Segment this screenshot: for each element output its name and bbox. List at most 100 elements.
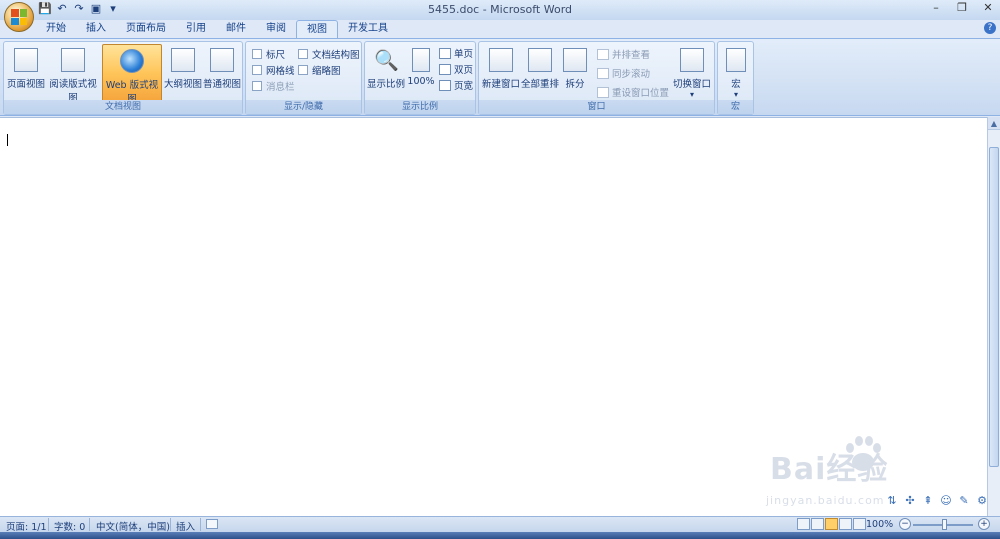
tab-insert[interactable]: 插入	[76, 20, 116, 38]
outline-icon[interactable]	[839, 518, 852, 530]
group-macros: 宏 ▾ 宏	[717, 41, 754, 115]
tab-home[interactable]: 开始	[36, 20, 76, 38]
macros-icon	[726, 48, 746, 72]
page-width-icon	[439, 79, 451, 91]
draft-button[interactable]: 普通视图	[202, 44, 242, 100]
document-map-checkbox[interactable]: 文档结构图	[298, 47, 360, 61]
group-label-window: 窗口	[479, 100, 714, 114]
ime-toolbar: ⇅ ✣ ⇞ ☺ ✎ ⚙	[885, 494, 989, 510]
tab-references[interactable]: 引用	[176, 20, 216, 38]
print-layout-icon[interactable]	[797, 518, 810, 530]
minimize-button[interactable]: –	[928, 1, 944, 17]
zoom-in-icon[interactable]: +	[978, 518, 990, 530]
insert-mode[interactable]: 插入	[176, 519, 195, 533]
tab-view[interactable]: 视图	[296, 20, 338, 38]
synchronous-scrolling-button[interactable]: 同步滚动	[597, 66, 650, 80]
ime-settings-icon[interactable]: ⚙	[975, 494, 989, 510]
side-by-side-icon	[597, 48, 609, 60]
print-layout-icon	[14, 48, 38, 72]
group-label-document-views: 文档视图	[4, 100, 242, 114]
restore-button[interactable]: ❐	[954, 1, 970, 17]
group-document-views: 页面视图 阅读版式视图 Web 版式视图 大纲视图 普通视图 文档视图	[3, 41, 243, 115]
window-title: 5455.doc - Microsoft Word	[427, 3, 573, 16]
tab-developer[interactable]: 开发工具	[338, 20, 398, 38]
print-layout-button[interactable]: 页面视图	[6, 44, 46, 100]
group-window: 新建窗口 全部重排 拆分 并排查看 同步滚动 重设窗口位置 切换窗口 ▾ 窗口	[478, 41, 715, 115]
tab-mailings[interactable]: 邮件	[216, 20, 256, 38]
watermark-text: Bai经验	[770, 452, 889, 487]
language-indicator[interactable]: 中文(简体，中国)	[96, 519, 170, 533]
watermark-url: jingyan.baidu.com	[766, 494, 885, 507]
split-icon	[563, 48, 587, 72]
one-page-icon	[439, 47, 451, 59]
full-screen-reading-button[interactable]: 阅读版式视图	[46, 44, 100, 104]
ime-pen-icon[interactable]: ✎	[957, 494, 971, 510]
help-icon[interactable]: ?	[984, 22, 996, 34]
zoom-level[interactable]: 100%	[866, 519, 893, 530]
print-layout-label: 页面视图	[6, 79, 45, 90]
zoom-slider-thumb[interactable]	[942, 519, 947, 530]
magnifier-icon: 🔍	[374, 48, 399, 72]
thumbnails-checkbox[interactable]: 缩略图	[298, 63, 341, 77]
new-window-icon	[489, 48, 513, 72]
split-button[interactable]: 拆分	[561, 44, 589, 100]
zoom-button[interactable]: 🔍 显示比例	[367, 44, 405, 100]
title-bar: 💾 ↶ ↷ ▣ ▾ 5455.doc - Microsoft Word – ❐ …	[0, 0, 1000, 20]
ribbon-tabs: 开始 插入 页面布局 引用 邮件 审阅 视图 开发工具	[36, 20, 398, 38]
group-label-show-hide: 显示/隐藏	[246, 100, 361, 114]
page-width-button[interactable]: 页宽	[439, 78, 473, 92]
group-show-hide: 标尺 网格线 消息栏 文档结构图 缩略图 显示/隐藏	[245, 41, 362, 115]
view-side-by-side-button[interactable]: 并排查看	[597, 47, 650, 61]
two-pages-icon	[439, 63, 451, 75]
new-window-button[interactable]: 新建窗口	[481, 44, 521, 100]
ime-softkbd-icon[interactable]: ⇞	[921, 494, 935, 510]
view-shortcuts	[797, 518, 866, 530]
office-logo-icon	[11, 9, 27, 25]
tab-review[interactable]: 审阅	[256, 20, 296, 38]
group-label-zoom: 显示比例	[365, 100, 475, 114]
office-button[interactable]	[4, 2, 34, 32]
macro-record-icon[interactable]	[206, 519, 218, 529]
sync-scroll-icon	[597, 67, 609, 79]
chevron-down-icon: ▾	[733, 90, 738, 99]
arrange-all-button[interactable]: 全部重排	[521, 44, 559, 100]
group-zoom: 🔍 显示比例 100% 单页 双页 页宽 显示比例	[364, 41, 476, 115]
outline-button[interactable]: 大纲视图	[164, 44, 202, 100]
outline-label: 大纲视图	[164, 79, 203, 90]
group-label-macros: 宏	[718, 100, 753, 114]
arrange-all-icon	[528, 48, 552, 72]
ime-punct-icon[interactable]: ✣	[903, 494, 917, 510]
zoom-out-icon[interactable]: −	[899, 518, 911, 530]
word-count[interactable]: 字数: 0	[54, 519, 85, 533]
reading-layout-icon[interactable]	[811, 518, 824, 530]
scroll-thumb[interactable]	[989, 147, 999, 467]
reading-layout-icon	[61, 48, 85, 72]
two-pages-button[interactable]: 双页	[439, 62, 473, 76]
web-layout-button[interactable]: Web 版式视图	[102, 44, 162, 105]
scroll-up-icon[interactable]: ▲	[988, 117, 1000, 130]
web-layout-icon[interactable]	[825, 518, 838, 530]
switch-windows-icon	[680, 48, 704, 72]
ime-emoji-icon[interactable]: ☺	[939, 494, 953, 510]
vertical-scrollbar[interactable]: ▲	[987, 117, 1000, 516]
ruler-checkbox[interactable]: 标尺	[252, 47, 285, 61]
zoom-100-button[interactable]: 100%	[407, 44, 435, 100]
tab-page-layout[interactable]: 页面布局	[116, 20, 176, 38]
switch-windows-button[interactable]: 切换窗口 ▾	[672, 44, 712, 100]
gridlines-checkbox[interactable]: 网格线	[252, 63, 295, 77]
reset-position-icon	[597, 86, 609, 98]
web-globe-icon	[120, 49, 144, 73]
macros-button[interactable]: 宏 ▾	[720, 44, 752, 100]
taskbar	[0, 532, 1000, 539]
close-button[interactable]: ✕	[980, 1, 996, 17]
ime-mode-icon[interactable]: ⇅	[885, 494, 899, 510]
page-count[interactable]: 页面: 1/1	[6, 519, 47, 533]
page-100-icon	[412, 48, 430, 72]
outline-icon	[171, 48, 195, 72]
draft-label: 普通视图	[202, 79, 241, 90]
message-bar-checkbox[interactable]: 消息栏	[252, 79, 295, 93]
draft-icon[interactable]	[853, 518, 866, 530]
one-page-button[interactable]: 单页	[439, 46, 473, 60]
reset-window-position-button[interactable]: 重设窗口位置	[597, 85, 669, 99]
status-bar: 页面: 1/1 字数: 0 中文(简体，中国) 插入 100% − +	[0, 516, 1000, 533]
